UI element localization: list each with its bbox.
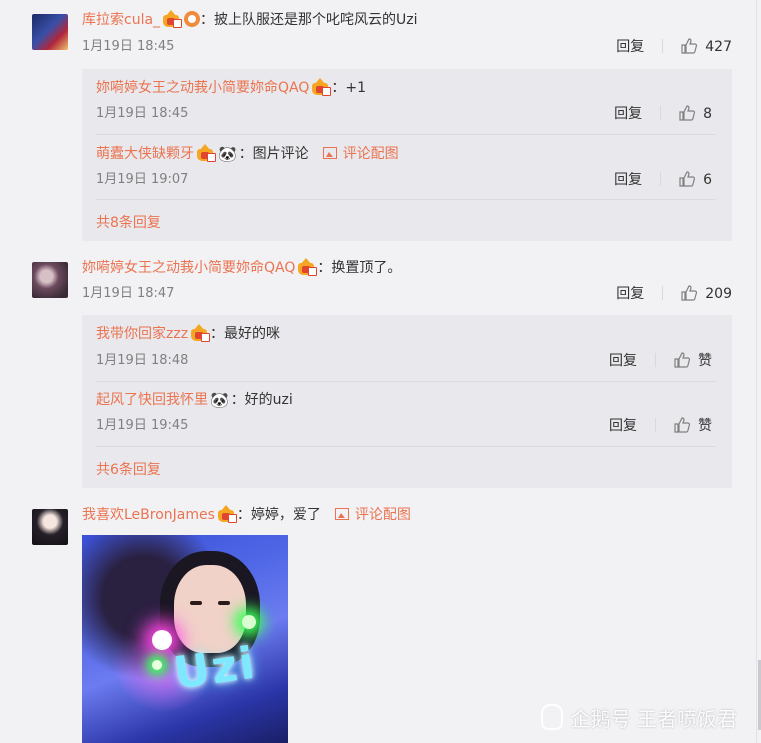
comment-text: ：披上队服还是那个叱咤风云的Uzi — [200, 12, 418, 28]
reply-button[interactable]: 回复 — [609, 353, 637, 369]
reply-text: ：+1 — [331, 80, 367, 96]
scrollbar-track[interactable] — [756, 0, 761, 743]
reply-actions: 回复 6 — [614, 170, 712, 190]
thumbs-up-icon — [679, 105, 696, 121]
panda-emoji-icon: 🐼 — [218, 145, 237, 163]
like-button[interactable]: 6 — [679, 171, 712, 188]
comment-text: ：换置顶了。 — [317, 260, 402, 276]
reply-actions: 回复 赞 — [609, 351, 712, 371]
thumbs-up-icon — [679, 171, 696, 187]
panda-emoji-icon: 🐼 — [210, 391, 229, 409]
divider — [655, 353, 656, 367]
reply-body: 妳嗬婷女王之动莪小简要妳命QAQ ：+1 — [96, 78, 366, 98]
like-count: 8 — [703, 106, 712, 122]
thumbs-up-icon — [681, 285, 698, 301]
reply-button[interactable]: 回复 — [616, 39, 644, 55]
reply-time: 1月19日 19:45 — [96, 418, 189, 433]
like-count: 427 — [705, 39, 732, 55]
avatar[interactable] — [32, 14, 68, 50]
comment-picture-link[interactable]: 评论配图 — [322, 146, 399, 162]
comment-actions: 回复 427 — [616, 37, 732, 57]
penguin-icon — [540, 704, 563, 730]
comment-time: 1月19日 18:47 — [82, 286, 175, 301]
picture-icon — [334, 508, 349, 520]
comment-body: 我喜欢LeBronJames ：婷婷，爱了 评论配图 — [82, 505, 411, 525]
watermark: 企鹅号 王者喷饭君 — [540, 703, 737, 732]
comment-author[interactable]: 妳嗬婷女王之动莪小简要妳命QAQ — [82, 260, 295, 276]
comment-author[interactable]: 我喜欢LeBronJames — [82, 507, 215, 523]
divider — [660, 172, 662, 186]
reply-text: ：最好的咪 — [210, 326, 281, 342]
comment-picture-link[interactable]: 评论配图 — [334, 507, 411, 523]
like-count: 6 — [703, 172, 712, 188]
photo-eye — [218, 601, 230, 605]
reply-time: 1月19日 18:45 — [96, 106, 189, 121]
reply-body: 我带你回家zzz ：最好的咪 — [96, 324, 280, 344]
divider — [96, 446, 716, 447]
more-replies-link[interactable]: 共8条回复 — [96, 212, 161, 232]
comment-body: 妳嗬婷女王之动莪小简要妳命QAQ ：换置顶了。 — [82, 258, 401, 278]
reply-author[interactable]: 妳嗬婷女王之动莪小简要妳命QAQ — [96, 80, 309, 96]
thumbs-up-icon — [674, 352, 690, 368]
divider — [660, 106, 662, 120]
reply-text: ：好的uzi — [230, 392, 293, 408]
divider — [662, 286, 664, 300]
vip-crown-badge-icon — [196, 144, 216, 162]
thumbs-up-icon — [674, 417, 690, 433]
avatar[interactable] — [32, 262, 68, 298]
avatar[interactable] — [32, 509, 68, 545]
photo-glow — [152, 660, 162, 670]
watermark-text: 企鹅号 王者喷饭君 — [570, 707, 737, 731]
reply-button[interactable]: 回复 — [609, 418, 637, 434]
like-label: 赞 — [698, 418, 712, 434]
like-button[interactable]: 209 — [681, 285, 732, 302]
reply-body: 萌蠹大侠缺颗牙 🐼 ：图片评论 评论配图 — [96, 144, 399, 164]
comment-actions: 回复 209 — [616, 284, 732, 304]
reply-author[interactable]: 萌蠹大侠缺颗牙 — [96, 146, 194, 162]
like-button[interactable]: 赞 — [674, 352, 712, 369]
divider — [96, 199, 716, 200]
reply-author[interactable]: 我带你回家zzz — [96, 326, 188, 342]
divider — [96, 134, 716, 135]
reply-actions: 回复 赞 — [609, 416, 712, 436]
more-replies-link[interactable]: 共6条回复 — [96, 459, 161, 479]
reply-actions: 回复 8 — [614, 104, 712, 124]
reply-time: 1月19日 19:07 — [96, 172, 189, 187]
picture-icon — [322, 147, 337, 159]
photo-sign: Uzi — [170, 637, 260, 700]
reply-button[interactable]: 回复 — [614, 106, 642, 122]
reply-time: 1月19日 18:48 — [96, 353, 189, 368]
comment-picture-label: 评论配图 — [354, 507, 411, 523]
like-button[interactable]: 427 — [681, 38, 732, 55]
divider — [662, 39, 664, 53]
vip-crown-badge-icon — [217, 505, 237, 523]
comment-time: 1月19日 18:45 — [82, 39, 175, 54]
comment-picture-label: 评论配图 — [342, 146, 399, 162]
vip-crown-badge-icon — [297, 258, 318, 276]
divider — [655, 418, 656, 432]
vip-crown-badge-icon — [190, 324, 211, 342]
divider — [96, 381, 716, 382]
reply-body: 起风了快回我怀里 🐼 ：好的uzi — [96, 390, 293, 410]
comment-photo[interactable]: Uzi — [82, 535, 288, 743]
photo-eye — [190, 601, 202, 605]
comment-body: 库拉索cula_ ：披上队服还是那个叱咤风云的Uzi — [82, 10, 418, 30]
comment-text: ：婷婷，爱了 — [236, 507, 321, 523]
verified-icon — [184, 11, 201, 27]
reply-button[interactable]: 回复 — [616, 286, 644, 302]
like-count: 209 — [705, 286, 732, 302]
vip-crown-badge-icon — [311, 78, 332, 96]
like-label: 赞 — [698, 353, 712, 369]
photo-glow — [242, 615, 256, 629]
photo-glow — [152, 630, 172, 650]
vip-crown-badge-icon — [162, 10, 183, 28]
thumbs-up-icon — [681, 38, 698, 54]
reply-button[interactable]: 回复 — [614, 172, 642, 188]
comment-feed: 库拉索cula_ ：披上队服还是那个叱咤风云的Uzi 1月19日 18:45 回复… — [0, 0, 757, 743]
like-button[interactable]: 赞 — [674, 417, 712, 434]
like-button[interactable]: 8 — [679, 105, 712, 122]
comment-author[interactable]: 库拉索cula_ — [82, 12, 160, 28]
reply-author[interactable]: 起风了快回我怀里 — [96, 392, 208, 408]
reply-text: ：图片评论 — [238, 146, 309, 162]
